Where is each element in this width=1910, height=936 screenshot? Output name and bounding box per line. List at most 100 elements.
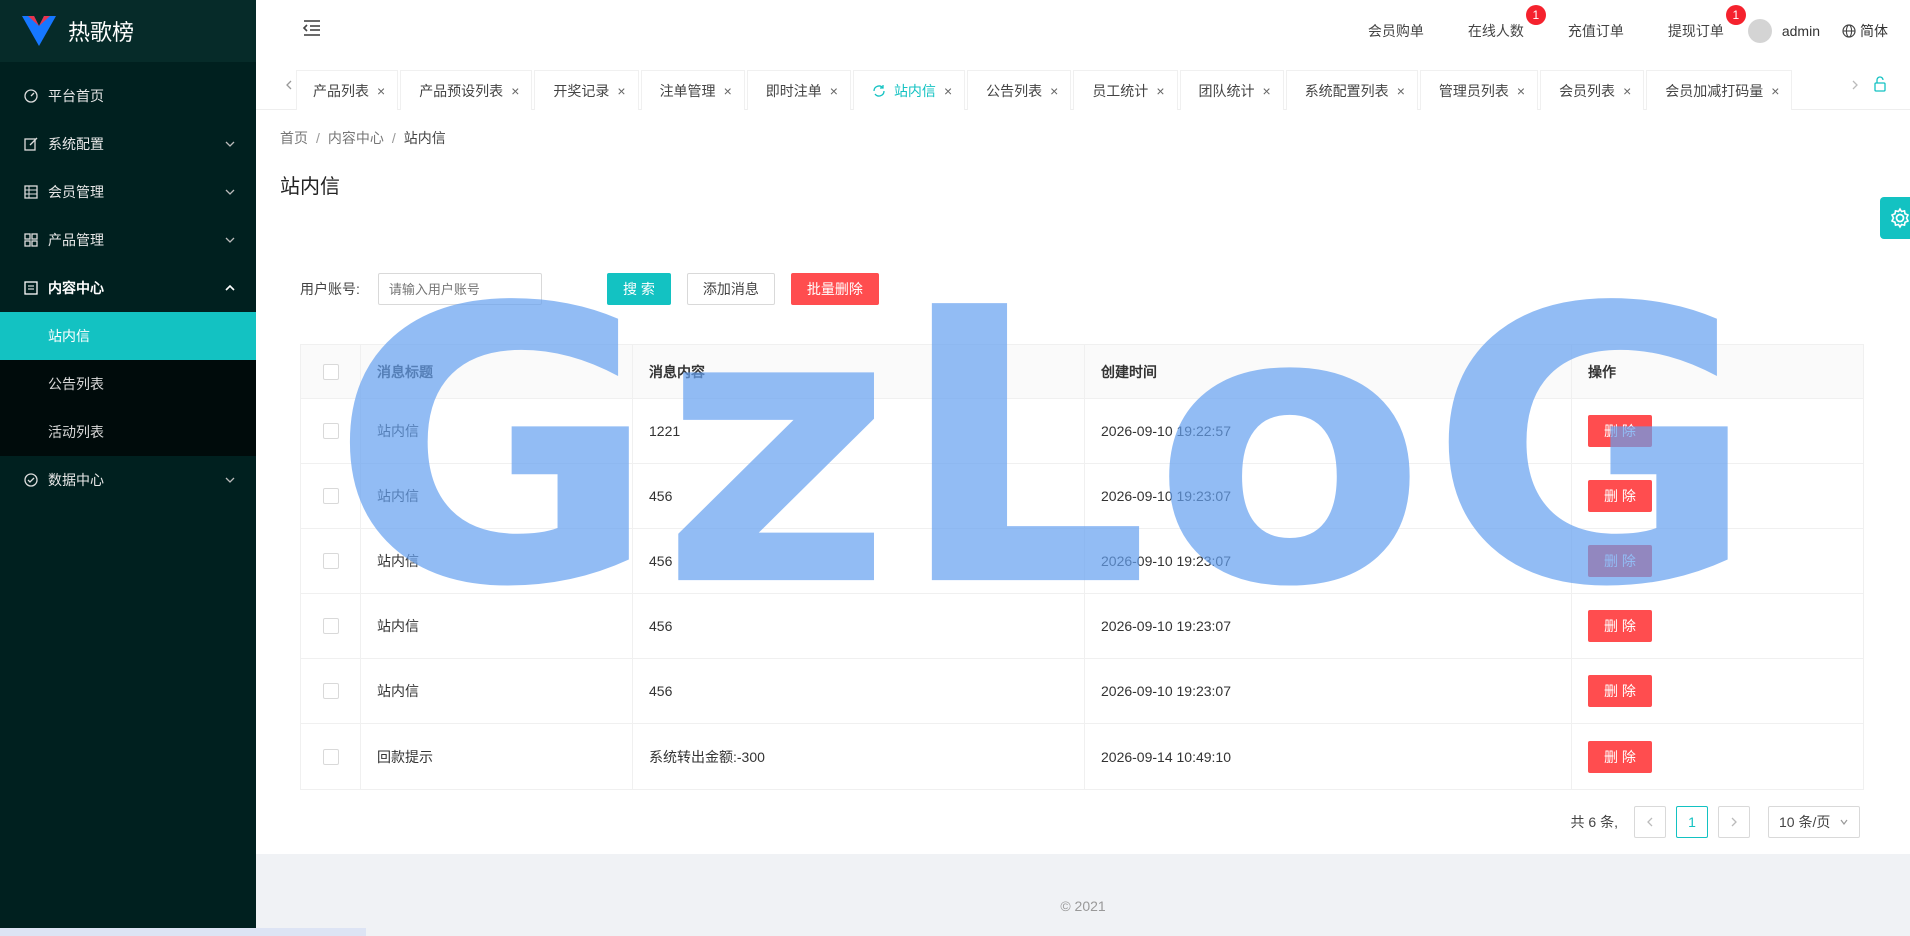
row-checkbox[interactable] (322, 488, 339, 504)
user-account-input[interactable] (377, 273, 542, 305)
close-icon[interactable]: × (1771, 83, 1779, 99)
delete-button[interactable]: 删 除 (1588, 610, 1652, 642)
next-page-button[interactable] (1718, 806, 1750, 838)
cell-title: 站内信 (361, 399, 633, 463)
breadcrumb-home[interactable]: 首页 (280, 130, 308, 146)
close-icon[interactable]: × (1517, 83, 1525, 99)
header-link-online-users[interactable]: 在线人数 1 (1468, 5, 1546, 41)
chevron-down-icon (225, 237, 235, 243)
cell-time: 2026-09-10 19:23:07 (1085, 659, 1572, 723)
tab-product-list[interactable]: 产品列表 × (296, 70, 399, 110)
row-checkbox-cell (301, 399, 361, 463)
sidebar-item-label: 系统配置 (48, 136, 104, 152)
header-link-label: 会员购单 (1367, 23, 1424, 39)
tab-label: 公告列表 (986, 82, 1043, 99)
tab-team-stats[interactable]: 团队统计 × (1179, 70, 1284, 110)
sync-icon[interactable] (872, 84, 886, 98)
tab-staff-stats[interactable]: 员工统计 × (1073, 70, 1178, 110)
sidebar-item-activities[interactable]: 活动列表 (0, 408, 256, 456)
prev-page-button[interactable] (1634, 806, 1666, 838)
header-link-withdraw-orders[interactable]: 提现订单 1 (1668, 5, 1746, 41)
cell-title: 站内信 (361, 529, 633, 593)
tab-bet-management[interactable]: 注单管理 × (640, 70, 745, 110)
sidebar-item-label: 产品管理 (48, 232, 104, 248)
search-button[interactable]: 搜 索 (606, 273, 671, 305)
menu-fold-icon[interactable] (302, 18, 322, 38)
sidebar-item-messages[interactable]: 站内信 (0, 312, 256, 360)
header-link-recharge-orders[interactable]: 充值订单 (1568, 21, 1624, 41)
cell-actions: 删 除 (1572, 724, 1863, 789)
lock-icon[interactable] (1872, 76, 1888, 92)
table-row: 站内信 456 2026-09-10 19:23:07 删 除 (301, 659, 1863, 724)
sidebar-item-label: 公告列表 (48, 376, 104, 392)
tab-announcement-list[interactable]: 公告列表 × (967, 70, 1072, 110)
appstore-icon (24, 233, 38, 247)
settings-drawer-handle[interactable] (1880, 197, 1910, 239)
chevron-right-icon[interactable] (1848, 78, 1862, 92)
select-all-checkbox[interactable] (322, 363, 339, 380)
logo[interactable]: 热歌榜 (0, 0, 256, 62)
user-menu[interactable]: admin (1747, 19, 1820, 43)
chevron-left-icon[interactable] (282, 78, 296, 92)
sidebar-item-data-center[interactable]: 数据中心 (0, 456, 256, 504)
tab-instant-bets[interactable]: 即时注单 × (746, 70, 851, 110)
close-icon[interactable]: × (1050, 83, 1058, 99)
page-size-select[interactable]: 10 条/页 (1768, 806, 1860, 838)
close-icon[interactable]: × (944, 83, 952, 99)
sidebar-item-announcements[interactable]: 公告列表 (0, 360, 256, 408)
close-icon[interactable]: × (1623, 83, 1631, 99)
search-form: 用户账号: 搜 索 添加消息 批量删除 (300, 273, 879, 305)
tab-messages[interactable]: 站内信 × (852, 70, 966, 110)
row-checkbox[interactable] (322, 683, 339, 699)
close-icon[interactable]: × (511, 83, 519, 99)
close-icon[interactable]: × (1397, 83, 1405, 99)
content-center-submenu: 站内信 公告列表 活动列表 (0, 312, 256, 456)
add-message-button[interactable]: 添加消息 (686, 273, 775, 305)
header-link-label: 充值订单 (1567, 23, 1624, 39)
close-icon[interactable]: × (617, 83, 625, 99)
header-link-member-orders[interactable]: 会员购单 (1368, 21, 1424, 41)
sidebar-item-label: 内容中心 (48, 280, 104, 296)
cell-title: 站内信 (361, 659, 633, 723)
delete-button[interactable]: 删 除 (1588, 545, 1652, 577)
tab-system-config-list[interactable]: 系统配置列表 × (1285, 70, 1418, 110)
tab-member-betting-adjust[interactable]: 会员加减打码量 × (1646, 70, 1793, 110)
tab-label: 开奖记录 (553, 82, 610, 99)
tab-label: 会员列表 (1559, 82, 1616, 99)
breadcrumb-current: 站内信 (403, 130, 446, 146)
edit-icon (24, 137, 38, 151)
breadcrumb-content-center[interactable]: 内容中心 (328, 130, 384, 146)
sidebar-item-product[interactable]: 产品管理 (0, 216, 256, 264)
tab-draw-records[interactable]: 开奖记录 × (534, 70, 639, 110)
close-icon[interactable]: × (724, 83, 732, 99)
sidebar-item-content-center[interactable]: 内容中心 (0, 264, 256, 312)
close-icon[interactable]: × (1263, 83, 1271, 99)
page-number-button[interactable]: 1 (1676, 806, 1708, 838)
row-checkbox[interactable] (322, 748, 339, 765)
tab-label: 注单管理 (659, 82, 716, 99)
delete-button[interactable]: 删 除 (1588, 480, 1652, 512)
logo-icon (22, 16, 56, 46)
sidebar-item-member[interactable]: 会员管理 (0, 168, 256, 216)
row-checkbox-cell (301, 464, 361, 528)
delete-button[interactable]: 删 除 (1588, 415, 1652, 447)
sidebar-item-system-config[interactable]: 系统配置 (0, 120, 256, 168)
close-icon[interactable]: × (377, 83, 385, 99)
batch-delete-button[interactable]: 批量删除 (790, 273, 879, 305)
tab-member-list[interactable]: 会员列表 × (1540, 70, 1645, 110)
row-checkbox[interactable] (322, 618, 339, 634)
tab-product-preset-list[interactable]: 产品预设列表 × (400, 70, 533, 110)
sidebar-item-dashboard[interactable]: 平台首页 (0, 72, 256, 120)
close-icon[interactable]: × (1156, 83, 1164, 99)
language-switch[interactable]: 简体 (1842, 21, 1888, 41)
delete-button[interactable]: 删 除 (1588, 675, 1652, 707)
row-checkbox[interactable] (322, 423, 339, 439)
tab-admin-list[interactable]: 管理员列表 × (1419, 70, 1539, 110)
cell-actions: 删 除 (1572, 464, 1863, 528)
page-size-value: 10 条/页 (1779, 814, 1831, 830)
sidebar-item-label: 数据中心 (48, 472, 104, 488)
close-icon[interactable]: × (830, 83, 838, 99)
row-checkbox[interactable] (322, 553, 339, 569)
delete-button[interactable]: 删 除 (1588, 740, 1652, 773)
footer-year: 2021 (1074, 898, 1106, 914)
